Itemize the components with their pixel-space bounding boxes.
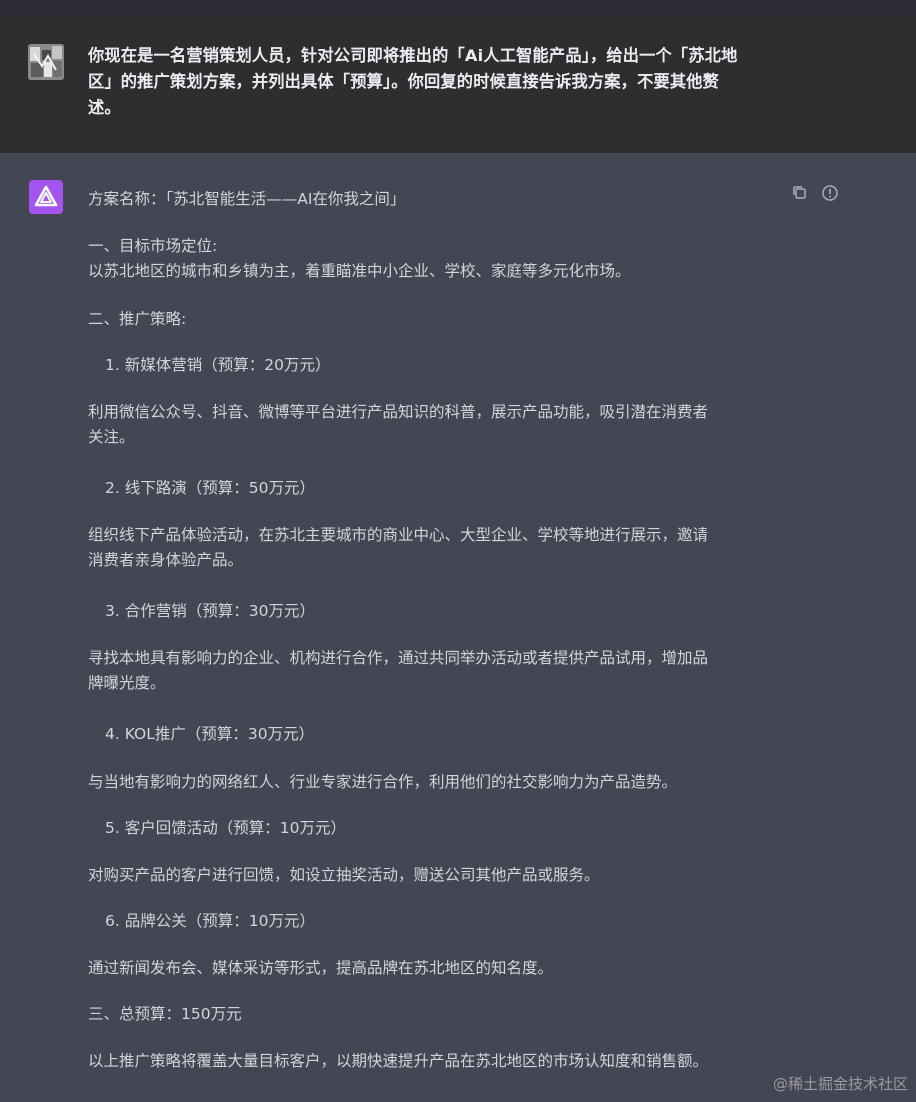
section-heading: 二、推广策略: <box>88 310 187 328</box>
chat-window: 你现在是一名营销策划人员，针对公司即将推出的「Ai人工智能产品」，给出一个「苏北… <box>0 0 916 1102</box>
list-item-label: 3. 合作营销（预算：30万元） <box>105 602 315 620</box>
list-item-label: 1. 新媒体营销（预算：20万元） <box>105 356 331 374</box>
top-strip <box>0 0 916 17</box>
list-item-label: 4. KOL推广（预算：30万元） <box>105 725 315 743</box>
list-item-label: 5. 客户回馈活动（预算：10万元） <box>105 819 346 837</box>
copy-icon[interactable] <box>790 183 810 203</box>
user-message-text: 你现在是一名营销策划人员，针对公司即将推出的「Ai人工智能产品」，给出一个「苏北… <box>88 43 788 121</box>
user-message-line: 区」的推广策划方案，并列出具体「预算」。你回复的时候直接告诉我方案，不要其他赘 <box>88 72 720 91</box>
report-icon[interactable] <box>820 183 840 203</box>
list-item-description: 关注。 <box>88 428 135 446</box>
user-message-block: 你现在是一名营销策划人员，针对公司即将推出的「Ai人工智能产品」，给出一个「苏北… <box>0 17 916 153</box>
user-message-line: 述。 <box>88 98 121 117</box>
watermark: @稀土掘金技术社区 <box>772 1075 908 1093</box>
list-item-description: 对购买产品的客户进行回馈，如设立抽奖活动，赠送公司其他产品或服务。 <box>88 866 600 884</box>
list-item-description: 消费者亲身体验产品。 <box>88 551 244 569</box>
list-item-description: 利用微信公众号、抖音、微博等平台进行产品知识的科普，展示产品功能，吸引潜在消费者 <box>88 403 709 421</box>
message-actions <box>790 183 850 203</box>
section-body: 以苏北地区的城市和乡镇为主，着重瞄准中小企业、学校、家庭等多元化市场。 <box>88 262 631 280</box>
user-message-line: 你现在是一名营销策划人员，针对公司即将推出的「Ai人工智能产品」，给出一个「苏北… <box>88 46 738 65</box>
user-avatar <box>28 44 64 80</box>
plan-title: 方案名称：「苏北智能生活——AI在你我之间」 <box>88 190 406 208</box>
list-item-label: 6. 品牌公关（预算：10万元） <box>105 912 315 930</box>
conclusion-text: 以上推广策略将覆盖大量目标客户，以期快速提升产品在苏北地区的市场认知度和销售额。 <box>88 1052 709 1070</box>
assistant-message-block: 方案名称：「苏北智能生活——AI在你我之间」 一、目标市场定位: 以苏北地区的城… <box>0 153 916 1102</box>
section-heading: 三、总预算：150万元 <box>88 1005 242 1023</box>
list-item-label: 2. 线下路演（预算：50万元） <box>105 479 315 497</box>
list-item-description: 通过新闻发布会、媒体采访等形式，提高品牌在苏北地区的知名度。 <box>88 959 554 977</box>
list-item-description: 牌曝光度。 <box>88 674 166 692</box>
assistant-logo-icon <box>29 180 63 214</box>
list-item-description: 与当地有影响力的网络红人、行业专家进行合作，利用他们的社交影响力为产品造势。 <box>88 773 678 791</box>
list-item-description: 寻找本地具有影响力的企业、机构进行合作，通过共同举办活动或者提供产品试用，增加品 <box>88 649 709 667</box>
